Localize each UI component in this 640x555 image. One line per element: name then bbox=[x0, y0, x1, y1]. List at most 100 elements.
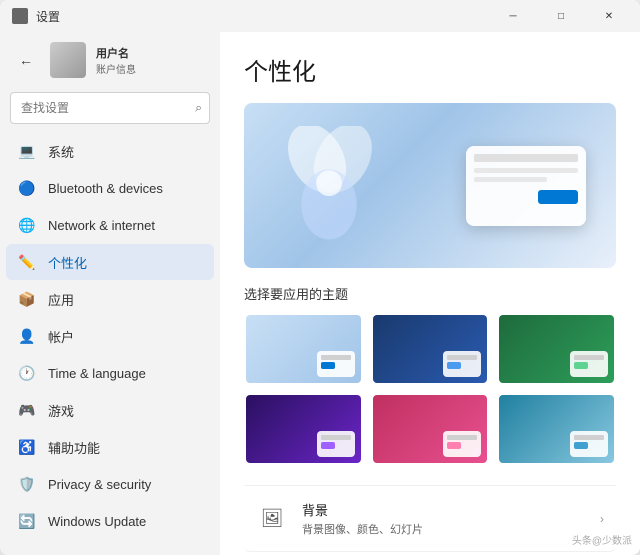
sidebar-item-personalization[interactable]: ✏️ 个性化 bbox=[6, 244, 214, 280]
main-layout: ← 用户名 账户信息 ⌕ 💻 系统 🔵 Bluetooth & devices … bbox=[0, 32, 640, 555]
nav-label-accounts: 帐户 bbox=[48, 327, 74, 346]
nav-icon-privacy: 🛡️ bbox=[18, 475, 36, 493]
search-box: ⌕ bbox=[10, 92, 210, 124]
settings-item-background[interactable]: 🖼 背景 背景图像、颜色、幻灯片 › bbox=[244, 486, 616, 552]
preview-dialog-button bbox=[538, 190, 578, 204]
theme-card-bg-5 bbox=[499, 395, 614, 463]
nav-icon-personalization: ✏️ bbox=[18, 253, 36, 271]
sidebar-header: ← 用户名 账户信息 bbox=[0, 32, 220, 88]
sidebar-item-system[interactable]: 💻 系统 bbox=[6, 133, 214, 169]
preview-dialog bbox=[466, 146, 586, 226]
theme-card-1[interactable] bbox=[371, 313, 490, 385]
nav-label-update: Windows Update bbox=[48, 514, 146, 529]
nav-label-personalization: 个性化 bbox=[48, 253, 87, 272]
nav-icon-network: 🌐 bbox=[18, 216, 36, 234]
settings-window: 设置 ─ □ ✕ ← 用户名 账户信息 ⌕ 💻 bbox=[0, 0, 640, 555]
preview-dialog-line2 bbox=[474, 177, 547, 182]
user-sub: 账户信息 bbox=[96, 61, 208, 76]
title-bar: 设置 ─ □ ✕ bbox=[0, 0, 640, 32]
maximize-button[interactable]: □ bbox=[538, 0, 584, 32]
nav-icon-system: 💻 bbox=[18, 142, 36, 160]
nav-label-system: 系统 bbox=[48, 142, 74, 161]
theme-mini-bar-3 bbox=[321, 435, 351, 440]
theme-card-bg-3 bbox=[246, 395, 361, 463]
theme-card-4[interactable] bbox=[371, 393, 490, 465]
theme-card-3[interactable] bbox=[244, 393, 363, 465]
nav-label-apps: 应用 bbox=[48, 290, 74, 309]
sidebar-item-update[interactable]: 🔄 Windows Update bbox=[6, 503, 214, 539]
theme-mini-bar-1 bbox=[447, 355, 477, 360]
theme-mini-btn-3 bbox=[321, 442, 335, 449]
settings-list: 🖼 背景 背景图像、颜色、幻灯片 › 🎨 颜色 主题色、透明效果、颜色主题 › … bbox=[244, 485, 616, 555]
watermark: 头条@少数派 bbox=[572, 532, 632, 547]
settings-chevron-background: › bbox=[600, 512, 604, 526]
theme-card-mini-2 bbox=[570, 351, 608, 377]
theme-mini-btn-0 bbox=[321, 362, 335, 369]
nav-label-privacy: Privacy & security bbox=[48, 477, 151, 492]
theme-grid bbox=[244, 313, 616, 465]
theme-mini-bar-5 bbox=[574, 435, 604, 440]
nav-label-network: Network & internet bbox=[48, 218, 155, 233]
theme-mini-bar-2 bbox=[574, 355, 604, 360]
sidebar-item-bluetooth[interactable]: 🔵 Bluetooth & devices bbox=[6, 170, 214, 206]
sidebar-item-gaming[interactable]: 🎮 游戏 bbox=[6, 392, 214, 428]
window-controls: ─ □ ✕ bbox=[490, 0, 632, 32]
theme-card-bg-1 bbox=[373, 315, 488, 383]
settings-title-background: 背景 bbox=[302, 500, 586, 519]
theme-mini-btn-1 bbox=[447, 362, 461, 369]
back-button[interactable]: ← bbox=[12, 46, 40, 74]
theme-card-mini-3 bbox=[317, 431, 355, 457]
settings-sub-background: 背景图像、颜色、幻灯片 bbox=[302, 521, 586, 537]
nav-icon-update: 🔄 bbox=[18, 512, 36, 530]
theme-card-bg-2 bbox=[499, 315, 614, 383]
preview-dialog-titlebar bbox=[474, 154, 578, 162]
sidebar-item-accessibility[interactable]: ♿ 辅助功能 bbox=[6, 429, 214, 465]
settings-text-background: 背景 背景图像、颜色、幻灯片 bbox=[302, 500, 586, 537]
theme-mini-btn-4 bbox=[447, 442, 461, 449]
theme-section-label: 选择要应用的主题 bbox=[244, 284, 616, 303]
theme-card-mini-4 bbox=[443, 431, 481, 457]
sidebar-item-apps[interactable]: 📦 应用 bbox=[6, 281, 214, 317]
theme-mini-btn-5 bbox=[574, 442, 588, 449]
title-bar-title: 设置 bbox=[36, 8, 60, 25]
theme-card-bg-0 bbox=[246, 315, 361, 383]
search-input[interactable] bbox=[10, 92, 210, 124]
nav-icon-apps: 📦 bbox=[18, 290, 36, 308]
nav-label-bluetooth: Bluetooth & devices bbox=[48, 181, 163, 196]
title-bar-left: 设置 bbox=[12, 8, 60, 25]
user-info: 用户名 账户信息 bbox=[96, 45, 208, 76]
app-icon bbox=[12, 8, 28, 24]
theme-card-mini-1 bbox=[443, 351, 481, 377]
theme-card-2[interactable] bbox=[497, 313, 616, 385]
sidebar: ← 用户名 账户信息 ⌕ 💻 系统 🔵 Bluetooth & devices … bbox=[0, 32, 220, 555]
content-area: 个性化 bbox=[220, 32, 640, 555]
nav-icon-gaming: 🎮 bbox=[18, 401, 36, 419]
theme-card-5[interactable] bbox=[497, 393, 616, 465]
theme-mini-bar-0 bbox=[321, 355, 351, 360]
theme-card-bg-4 bbox=[373, 395, 488, 463]
theme-preview bbox=[244, 103, 616, 268]
nav-icon-accessibility: ♿ bbox=[18, 438, 36, 456]
nav-icon-accounts: 👤 bbox=[18, 327, 36, 345]
nav-icon-bluetooth: 🔵 bbox=[18, 179, 36, 197]
nav-icon-time: 🕐 bbox=[18, 364, 36, 382]
minimize-button[interactable]: ─ bbox=[490, 0, 536, 32]
nav-label-time: Time & language bbox=[48, 366, 146, 381]
theme-mini-btn-2 bbox=[574, 362, 588, 369]
theme-mini-bar-4 bbox=[447, 435, 477, 440]
user-avatar bbox=[50, 42, 86, 78]
user-name: 用户名 bbox=[96, 45, 208, 61]
windows-flower bbox=[274, 126, 384, 246]
sidebar-item-privacy[interactable]: 🛡️ Privacy & security bbox=[6, 466, 214, 502]
theme-card-0[interactable] bbox=[244, 313, 363, 385]
sidebar-item-network[interactable]: 🌐 Network & internet bbox=[6, 207, 214, 243]
close-button[interactable]: ✕ bbox=[586, 0, 632, 32]
theme-card-mini-0 bbox=[317, 351, 355, 377]
settings-icon-background: 🖼 bbox=[256, 503, 288, 535]
nav-label-gaming: 游戏 bbox=[48, 401, 74, 420]
preview-dialog-line1 bbox=[474, 168, 578, 173]
page-title: 个性化 bbox=[244, 52, 616, 87]
nav-list: 💻 系统 🔵 Bluetooth & devices 🌐 Network & i… bbox=[0, 132, 220, 540]
sidebar-item-accounts[interactable]: 👤 帐户 bbox=[6, 318, 214, 354]
sidebar-item-time[interactable]: 🕐 Time & language bbox=[6, 355, 214, 391]
